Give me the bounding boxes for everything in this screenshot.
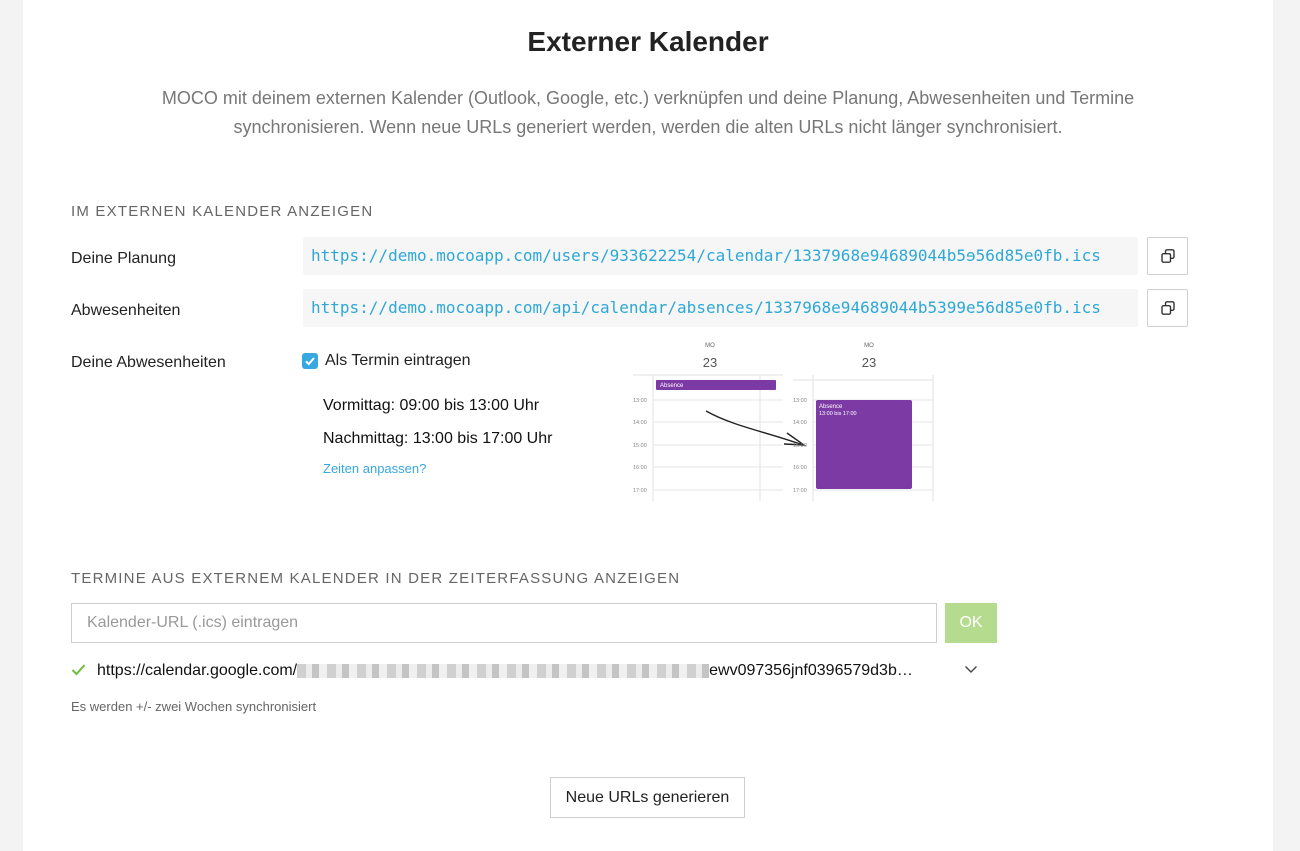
page-title: Externer Kalender [527,26,769,57]
all-day-event-label: Absence [660,383,684,389]
absence-as-event-label[interactable]: Als Termin eintragen [325,352,471,370]
generate-new-urls-button[interactable]: Neue URLs generieren [550,777,745,818]
hour-label-right-4: 16:00 [793,465,807,471]
absences-url-field[interactable]: https://demo.mocoapp.com/api/calendar/ab… [303,289,1138,327]
copy-icon [1160,301,1175,315]
hour-label-left-5: 17:00 [633,488,647,494]
own-absences-label: Deine Abwesenheiten [71,354,226,371]
checkmark-icon [305,357,315,366]
import-section-title: TERMINE AUS EXTERNEM KALENDER IN DER ZEI… [71,570,681,587]
hour-label-right-3: 15:00 [793,443,807,449]
adjust-times-link[interactable]: Zeiten anpassen? [323,461,426,476]
feed-url-start: https://calendar.google.com/ [97,662,298,679]
planning-url-field[interactable]: https://demo.mocoapp.com/users/933622254… [303,237,1138,275]
absence-calendar-illustration: MO 23 13:00 14:00 15:00 16:00 17:00 Abse… [633,343,934,501]
copy-planning-url-button[interactable] [1147,237,1188,275]
day-name-right: MO [864,343,874,349]
ok-button[interactable]: OK [945,603,997,643]
calendar-feed-item: https://calendar.google.com/ewv097356jnf… [71,660,981,684]
calendar-url-input[interactable]: Kalender-URL (.ics) eintragen [71,603,937,643]
hour-label-left-3: 15:00 [633,443,647,449]
intro-text: MOCO mit deinem externen Kalender (Outlo… [161,88,1135,137]
day-number-right: 23 [862,355,876,370]
day-number-left: 23 [703,355,717,370]
absence-as-event-checkbox[interactable] [302,353,318,369]
export-section-title: IM EXTERNEN KALENDER ANZEIGEN [71,203,374,220]
day-name-left: MO [705,343,715,349]
hour-label-left-2: 14:00 [633,420,647,426]
check-icon [71,664,86,676]
chevron-down-icon[interactable] [964,664,978,674]
hour-label-right-1: 13:00 [793,398,807,404]
hour-label-left-4: 16:00 [633,465,647,471]
hour-label-right-2: 14:00 [793,420,807,426]
calendar-settings-card: Externer Kalender MOCO mit deinem extern… [23,0,1273,851]
copy-icon [1160,249,1175,263]
feed-url: https://calendar.google.com/ewv097356jnf… [97,662,913,680]
morning-time: Vormittag: 09:00 bis 13:00 Uhr [323,397,540,414]
redacted-url-part [297,663,710,678]
timed-event-time: 13:00 bis 17:00 [819,411,857,417]
hour-label-left-1: 13:00 [633,398,647,404]
hour-label-right-5: 17:00 [793,488,807,494]
planning-label: Deine Planung [71,250,176,267]
copy-absences-url-button[interactable] [1147,289,1188,327]
timed-event-title: Absence [819,404,843,410]
absences-label: Abwesenheiten [71,302,181,319]
afternoon-time: Nachmittag: 13:00 bis 17:00 Uhr [323,430,553,447]
feed-url-end: ewv097356jnf0396579d3b… [709,662,913,679]
sync-note: Es werden +/- zwei Wochen synchronisiert [71,699,317,714]
